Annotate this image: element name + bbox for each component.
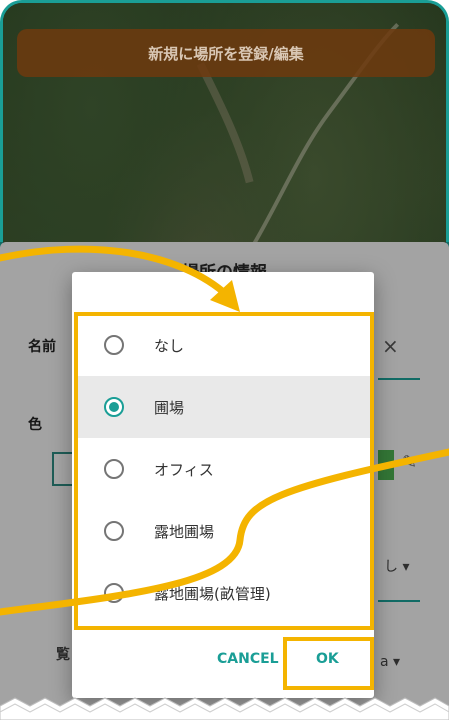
option-office[interactable]: オフィス	[76, 438, 372, 500]
option-open-field-ridge[interactable]: 露地圃場(畝管理)	[76, 562, 372, 624]
option-paddy[interactable]: 水田	[76, 624, 372, 630]
radio-unselected-icon[interactable]	[104, 335, 124, 355]
option-label: なし	[154, 336, 185, 355]
option-field[interactable]: 圃場	[76, 376, 372, 438]
option-label: 圃場	[154, 398, 185, 417]
ok-button[interactable]: OK	[316, 651, 339, 667]
register-place-banner[interactable]: 新規に場所を登録/編集	[17, 29, 435, 77]
option-open-field[interactable]: 露地圃場	[76, 500, 372, 562]
radio-unselected-icon[interactable]	[104, 583, 124, 603]
option-label: 露地圃場(畝管理)	[154, 584, 271, 603]
dialog-actions: CANCEL OK	[72, 636, 374, 692]
cancel-button[interactable]: CANCEL	[217, 651, 279, 667]
radio-unselected-icon[interactable]	[104, 459, 124, 479]
radio-selected-icon[interactable]	[104, 397, 124, 417]
torn-edge	[0, 697, 449, 720]
option-label: 露地圃場	[154, 522, 215, 541]
option-label: オフィス	[154, 460, 214, 479]
radio-unselected-icon[interactable]	[104, 521, 124, 541]
place-type-list: なし 圃場 オフィス 露地圃場 露地圃場(畝管理) 水田	[76, 314, 372, 630]
option-none[interactable]: なし	[76, 314, 372, 376]
